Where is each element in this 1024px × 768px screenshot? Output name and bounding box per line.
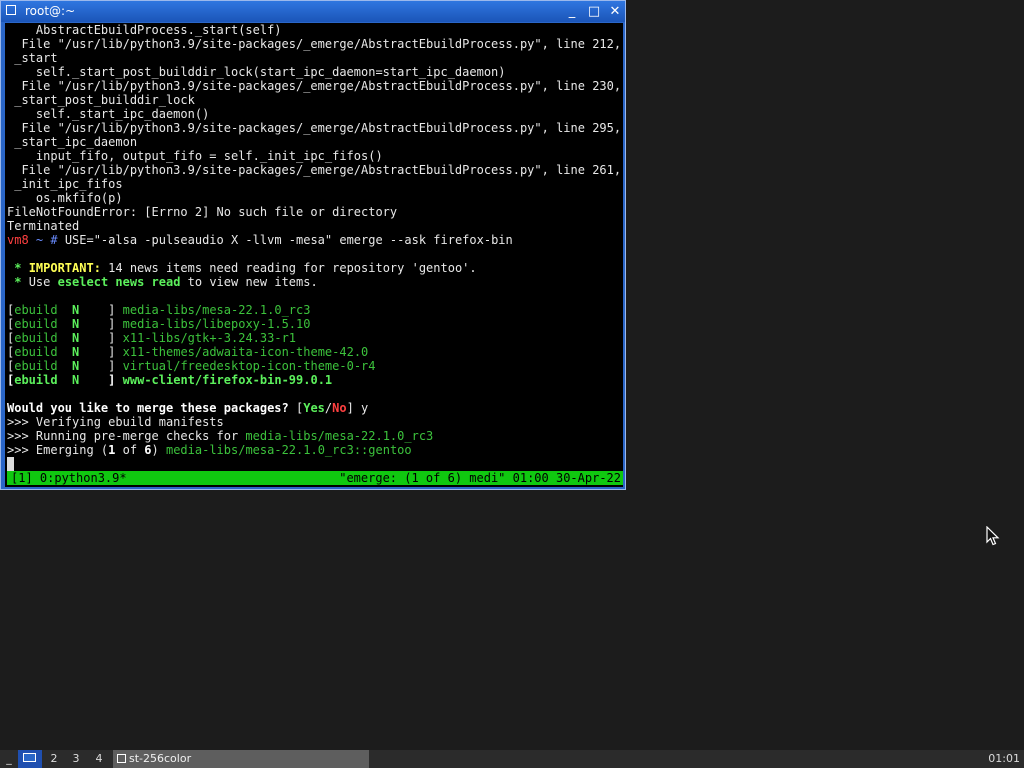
tmux-window-list: [1] 0:python3.9* (11, 471, 127, 485)
terminal-cursor (7, 457, 14, 471)
terminal-line: [ebuild N ] media-libs/libepoxy-1.5.10 (7, 317, 311, 331)
taskbar-menu-button[interactable]: _ (0, 750, 18, 768)
terminal-line: >>> Emerging (1 of 6) media-libs/mesa-22… (7, 443, 412, 457)
tmux-status-right: "emerge: (1 of 6) medi" 01:00 30-Apr-22 (339, 471, 621, 485)
terminal-line: _start (7, 51, 58, 65)
terminal-window[interactable]: root@:~ _ □ ✕ AbstractEbuildProcess._sta… (0, 0, 626, 490)
terminal-line: [ebuild N ] x11-libs/gtk+-3.24.33-r1 (7, 331, 297, 345)
terminal-line: Terminated (7, 219, 80, 233)
terminal-line: File "/usr/lib/python3.9/site-packages/_… (7, 79, 623, 93)
terminal-line: _init_ipc_fifos (7, 177, 123, 191)
terminal-line: [ebuild N ] media-libs/mesa-22.1.0_rc3 (7, 303, 311, 317)
minimize-button[interactable]: _ (563, 3, 581, 20)
terminal-line: os.mkfifo(p) (7, 191, 123, 205)
monitor-icon (23, 753, 36, 762)
taskbar: _ 2 3 4 st-256color 01:01 (0, 750, 1024, 768)
terminal-line: [ebuild N ] virtual/freedesktop-icon-the… (7, 359, 376, 373)
terminal-output: AbstractEbuildProcess._start(self) File … (7, 23, 623, 457)
terminal-line: _start_post_builddir_lock (7, 93, 195, 107)
window-title: root@:~ (25, 4, 76, 18)
workspace-4-button[interactable]: 4 (88, 750, 110, 768)
window-icon (117, 754, 126, 763)
taskbar-clock: 01:01 (988, 752, 1020, 765)
tmux-status-bar: [1] 0:python3.9* "emerge: (1 of 6) medi"… (7, 471, 623, 485)
terminal-line: [ebuild N ] x11-themes/adwaita-icon-them… (7, 345, 369, 359)
window-icon[interactable] (6, 5, 16, 15)
close-button[interactable]: ✕ (606, 3, 624, 20)
terminal-line: FileNotFoundError: [Errno 2] No such fil… (7, 205, 398, 219)
mouse-pointer-icon (986, 526, 1000, 546)
terminal-line: * Use eselect news read to view new item… (7, 275, 318, 289)
terminal-line: File "/usr/lib/python3.9/site-packages/_… (7, 37, 623, 51)
terminal-area[interactable]: AbstractEbuildProcess._start(self) File … (5, 23, 623, 487)
workspace-2-button[interactable]: 2 (44, 750, 64, 768)
workspace-1-button[interactable] (18, 750, 42, 768)
terminal-line: * IMPORTANT: 14 news items need reading … (7, 261, 477, 275)
terminal-line: [ebuild N ] www-client/firefox-bin-99.0.… (7, 373, 333, 387)
workspace-3-button[interactable]: 3 (66, 750, 86, 768)
terminal-line: AbstractEbuildProcess._start(self) (7, 23, 282, 37)
terminal-line: vm8 ~ # USE="-alsa -pulseaudio X -llvm -… (7, 233, 513, 247)
terminal-line: _start_ipc_daemon (7, 135, 138, 149)
terminal-line: File "/usr/lib/python3.9/site-packages/_… (7, 121, 623, 135)
terminal-line: self._start_ipc_daemon() (7, 107, 210, 121)
terminal-line: File "/usr/lib/python3.9/site-packages/_… (7, 163, 623, 177)
terminal-line: >>> Verifying ebuild manifests (7, 415, 224, 429)
terminal-line: self._start_post_builddir_lock(start_ipc… (7, 65, 506, 79)
window-titlebar[interactable]: root@:~ _ □ ✕ (1, 1, 625, 22)
task-label: st-256color (129, 752, 192, 765)
terminal-line: input_fifo, output_fifo = self._init_ipc… (7, 149, 383, 163)
maximize-button[interactable]: □ (585, 3, 603, 20)
taskbar-task-st[interactable]: st-256color (113, 750, 369, 768)
terminal-line: Would you like to merge these packages? … (7, 401, 369, 415)
terminal-line: >>> Running pre-merge checks for media-l… (7, 429, 434, 443)
